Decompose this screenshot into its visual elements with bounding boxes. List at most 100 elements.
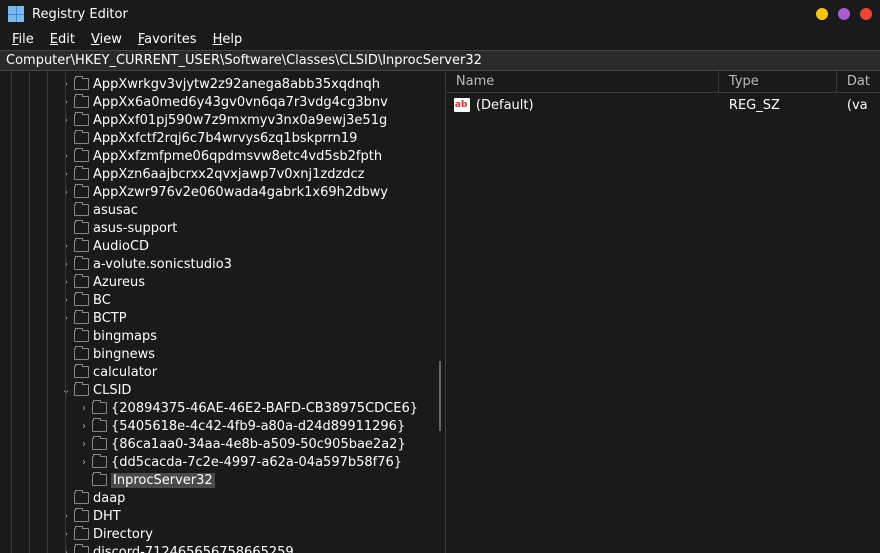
- tree-item[interactable]: › Directory: [0, 525, 445, 543]
- tree[interactable]: ›AppXwrkgv3vjytw2z92anega8abb35xqdnqh›Ap…: [0, 71, 445, 553]
- tree-item-label: {86ca1aa0-34aa-4e8b-a509-50c905bae2a2}: [111, 437, 406, 452]
- string-value-icon: ab: [454, 98, 470, 112]
- tree-item-label: bingnews: [93, 347, 155, 362]
- chevron-right-icon[interactable]: ›: [60, 97, 72, 108]
- folder-icon: [74, 222, 89, 234]
- tree-item[interactable]: ›AppXx6a0med6y43gv0vn6qa7r3vdg4cg3bnv: [0, 93, 445, 111]
- folder-icon: [74, 114, 89, 126]
- folder-icon: [74, 132, 89, 144]
- chevron-right-icon[interactable]: ›: [60, 241, 72, 252]
- chevron-right-icon[interactable]: ›: [60, 511, 72, 522]
- tree-item-label: asusac: [93, 203, 138, 218]
- tree-item[interactable]: ⌄ CLSID: [0, 381, 445, 399]
- window-title: Registry Editor: [32, 7, 816, 22]
- chevron-right-icon[interactable]: ›: [78, 457, 90, 468]
- col-name[interactable]: Name: [446, 71, 719, 92]
- tree-item[interactable]: ›AppXwrkgv3vjytw2z92anega8abb35xqdnqh: [0, 75, 445, 93]
- tree-item[interactable]: ›AppXxf01pj590w7z9mxmyv3nx0a9ewj3e51g: [0, 111, 445, 129]
- folder-icon: [74, 312, 89, 324]
- menu-edit[interactable]: Edit: [44, 30, 81, 49]
- chevron-right-icon[interactable]: ›: [60, 547, 72, 553]
- tree-item[interactable]: InprocServer32: [0, 471, 445, 489]
- tree-item[interactable]: ›DHT: [0, 507, 445, 525]
- tree-item[interactable]: daap: [0, 489, 445, 507]
- list-row[interactable]: ab(Default)REG_SZ(va: [446, 95, 880, 115]
- chevron-right-icon[interactable]: ›: [78, 439, 90, 450]
- tree-item[interactable]: calculator: [0, 363, 445, 381]
- folder-icon: [74, 240, 89, 252]
- chevron-right-icon[interactable]: ›: [60, 529, 72, 540]
- tree-guide-line: [29, 71, 30, 553]
- tree-item-label: calculator: [93, 365, 157, 380]
- col-type[interactable]: Type: [719, 71, 837, 92]
- tree-guide-line: [11, 71, 12, 553]
- chevron-right-icon[interactable]: ›: [60, 187, 72, 198]
- folder-icon: [92, 402, 107, 414]
- tree-item-label: AppXzwr976v2e060wada4gabrk1x69h2dbwy: [93, 185, 388, 200]
- chevron-right-icon[interactable]: ›: [60, 313, 72, 324]
- tree-guide-line: [47, 71, 48, 553]
- folder-icon: [74, 78, 89, 90]
- tree-item-label: InprocServer32: [111, 473, 215, 488]
- chevron-right-icon[interactable]: ›: [78, 403, 90, 414]
- scrollbar[interactable]: [439, 361, 441, 431]
- folder-icon: [74, 348, 89, 360]
- tree-item-label: {20894375-46AE-46E2-BAFD-CB38975CDCE6}: [111, 401, 418, 416]
- menu-file[interactable]: File: [6, 30, 40, 49]
- tree-item-label: BC: [93, 293, 111, 308]
- tree-item[interactable]: bingnews: [0, 345, 445, 363]
- chevron-right-icon[interactable]: ›: [60, 151, 72, 162]
- chevron-right-icon[interactable]: ›: [60, 259, 72, 270]
- tree-item-label: asus-support: [93, 221, 177, 236]
- chevron-right-icon[interactable]: ›: [60, 169, 72, 180]
- tree-item[interactable]: › {dd5cacda-7c2e-4997-a62a-04a597b58f76}: [0, 453, 445, 471]
- tree-item-label: AppXzn6aajbcrxx2qvxjawp7v0xnj1zdzdcz: [93, 167, 365, 182]
- chevron-right-icon[interactable]: ›: [60, 115, 72, 126]
- maximize-icon[interactable]: [838, 8, 850, 20]
- minimize-icon[interactable]: [816, 8, 828, 20]
- list-body: ab(Default)REG_SZ(va: [446, 93, 880, 115]
- tree-item[interactable]: ›{5405618e-4c42-4fb9-a80a-d24d89911296}: [0, 417, 445, 435]
- tree-item[interactable]: › Azureus: [0, 273, 445, 291]
- tree-item[interactable]: asus-support: [0, 219, 445, 237]
- tree-item-label: Azureus: [93, 275, 145, 290]
- folder-icon: [74, 150, 89, 162]
- tree-item-label: {dd5cacda-7c2e-4997-a62a-04a597b58f76}: [111, 455, 402, 470]
- address-bar[interactable]: Computer\HKEY_CURRENT_USER\Software\Clas…: [0, 50, 880, 71]
- folder-icon: [74, 528, 89, 540]
- tree-item[interactable]: › AppXzwr976v2e060wada4gabrk1x69h2dbwy: [0, 183, 445, 201]
- tree-item-label: AppXxfctf2rqj6c7b4wrvys6zq1bskprrn19: [93, 131, 357, 146]
- folder-icon: [92, 438, 107, 450]
- close-icon[interactable]: [860, 8, 872, 20]
- tree-item[interactable]: ›AppXxfzmfpme06qpdmsvw8etc4vd5sb2fpth: [0, 147, 445, 165]
- folder-icon: [74, 366, 89, 378]
- menu-view[interactable]: View: [85, 30, 128, 49]
- folder-icon: [74, 276, 89, 288]
- chevron-right-icon[interactable]: ›: [60, 295, 72, 306]
- folder-icon: [74, 492, 89, 504]
- tree-item-label: a-volute.sonicstudio3: [93, 257, 232, 272]
- chevron-right-icon[interactable]: ›: [78, 421, 90, 432]
- chevron-down-icon[interactable]: ⌄: [60, 385, 72, 396]
- tree-item-label: CLSID: [93, 383, 131, 398]
- tree-item-label: daap: [93, 491, 125, 506]
- menu-favorites[interactable]: Favorites: [132, 30, 203, 49]
- tree-item[interactable]: bingmaps: [0, 327, 445, 345]
- tree-item[interactable]: › {86ca1aa0-34aa-4e8b-a509-50c905bae2a2}: [0, 435, 445, 453]
- col-data[interactable]: Dat: [837, 71, 880, 92]
- chevron-right-icon[interactable]: ›: [60, 277, 72, 288]
- folder-icon: [74, 186, 89, 198]
- chevron-right-icon[interactable]: ›: [60, 79, 72, 90]
- tree-item[interactable]: asusac: [0, 201, 445, 219]
- list-header: Name Type Dat: [446, 71, 880, 93]
- tree-item[interactable]: › a-volute.sonicstudio3: [0, 255, 445, 273]
- value-name: (Default): [476, 98, 534, 113]
- tree-item-label: Directory: [93, 527, 153, 542]
- tree-item[interactable]: › {20894375-46AE-46E2-BAFD-CB38975CDCE6}: [0, 399, 445, 417]
- tree-item[interactable]: AppXxfctf2rqj6c7b4wrvys6zq1bskprrn19: [0, 129, 445, 147]
- tree-item[interactable]: ›BCTP: [0, 309, 445, 327]
- tree-item[interactable]: ›AudioCD: [0, 237, 445, 255]
- tree-item[interactable]: › BC: [0, 291, 445, 309]
- menu-help[interactable]: Help: [207, 30, 249, 49]
- tree-item[interactable]: › AppXzn6aajbcrxx2qvxjawp7v0xnj1zdzdcz: [0, 165, 445, 183]
